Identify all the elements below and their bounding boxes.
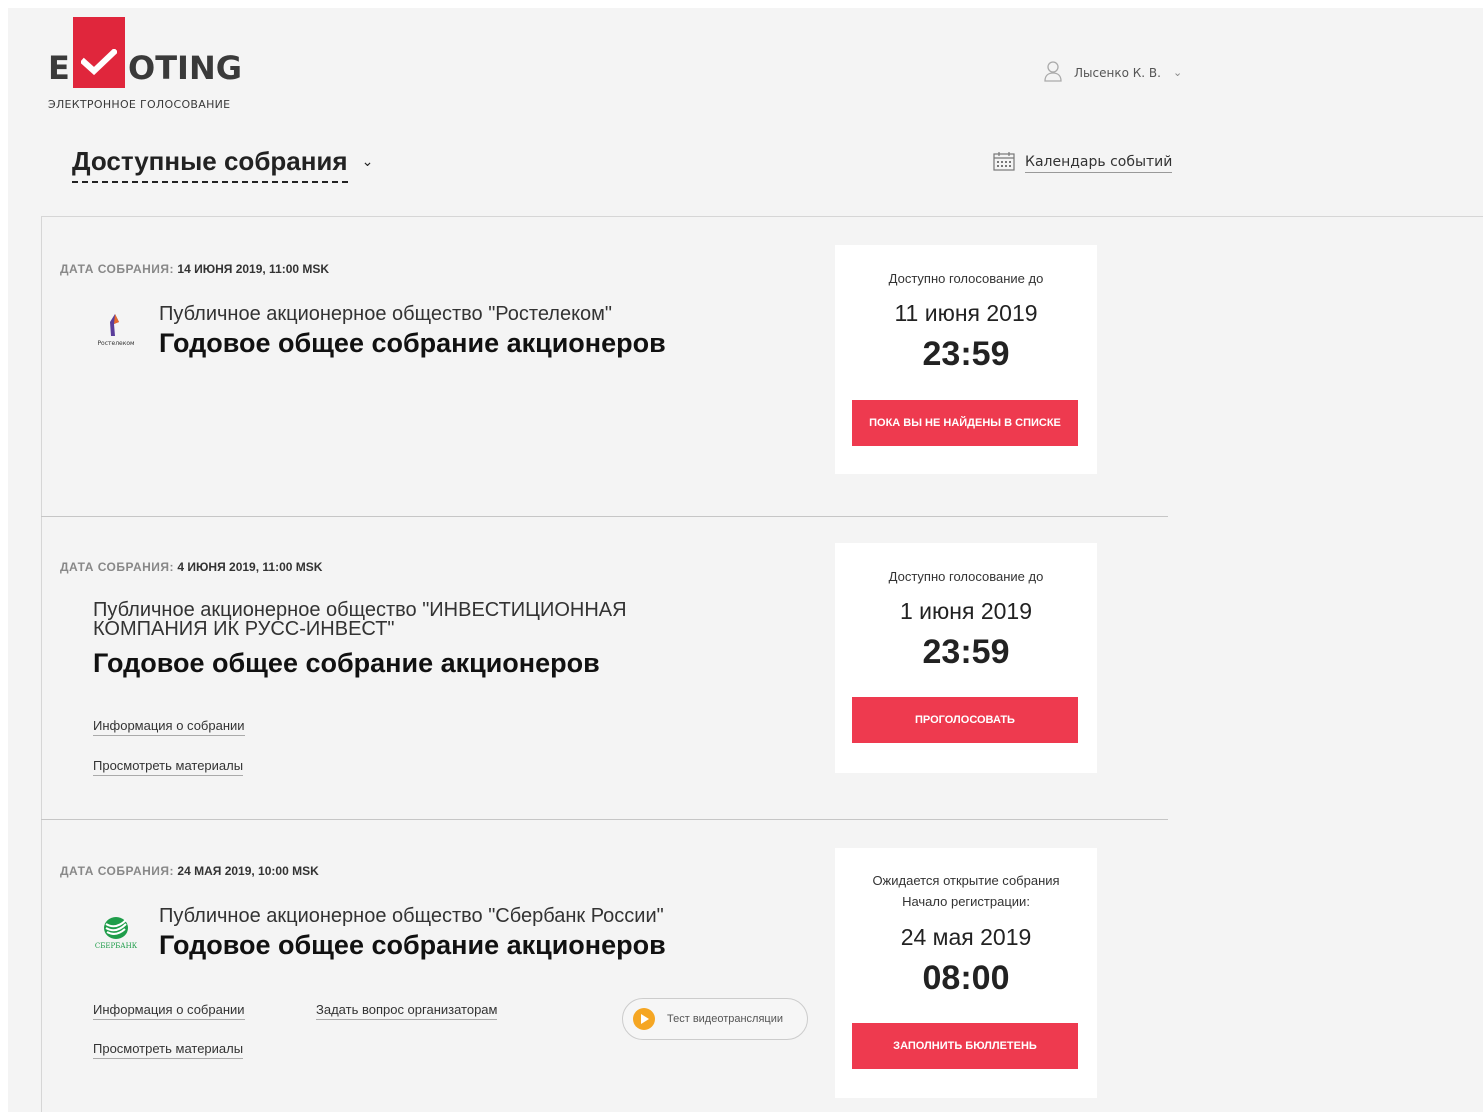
card-label: Доступно голосование до xyxy=(888,271,1044,286)
card-date: 11 июня 2019 xyxy=(894,300,1038,326)
meeting-info-link[interactable]: Информация о собрании xyxy=(93,999,245,1020)
card-time: 23:59 xyxy=(922,633,1010,671)
rostelecom-logo: Ростелеком xyxy=(94,312,138,347)
meeting-date-value: 4 ИЮНЯ 2019, 11:00 MSK xyxy=(177,560,323,574)
logo-letter-e: E xyxy=(48,49,70,87)
card-time: 08:00 xyxy=(922,959,1010,997)
card-time: 23:59 xyxy=(922,335,1010,373)
meeting-date-value: 14 ИЮНЯ 2019, 11:00 MSK xyxy=(177,262,330,276)
company-name: Публичное акционерное общество "Сбербанк… xyxy=(159,905,664,927)
company-name: Публичное акционерное общество "ИНВЕСТИЦ… xyxy=(93,599,627,640)
card-date: 24 мая 2019 xyxy=(900,924,1032,950)
meeting-date: ДАТА СОБРАНИЯ: 4 ИЮНЯ 2019, 11:00 MSK xyxy=(60,560,322,574)
page-title[interactable]: Доступные собрания xyxy=(72,146,348,183)
meeting-date-value: 24 МАЯ 2019, 10:00 MSK xyxy=(177,864,319,878)
materials-link[interactable]: Просмотреть материалы xyxy=(93,755,244,776)
divider xyxy=(41,216,1483,217)
logo-check-icon xyxy=(73,17,125,88)
voting-card: Ожидается открытие собрания Начало регис… xyxy=(835,848,1097,1098)
fill-ballot-button[interactable]: ЗАПОЛНИТЬ БЮЛЛЕТЕНЬ xyxy=(852,1023,1078,1069)
logo-subtitle: ЭЛЕКТРОННОЕ ГОЛОСОВАНИЕ xyxy=(48,98,231,111)
calendar-link[interactable]: Календарь событий xyxy=(993,151,1173,175)
meeting-date-label: ДАТА СОБРАНИЯ: xyxy=(60,262,175,276)
card-date: 1 июня 2019 xyxy=(900,598,1032,624)
meetings-filter[interactable]: Доступные собрания ⌄ xyxy=(72,146,373,183)
not-found-button[interactable]: ПОКА ВЫ НЕ НАЙДЕНЫ В СПИСКЕ xyxy=(852,400,1078,446)
user-menu[interactable]: Лысенко К. В. ⌄ xyxy=(1044,60,1182,85)
page: E OTING ЭЛЕКТРОННОЕ ГОЛОСОВАНИЕ Лысенко … xyxy=(8,8,1483,1112)
materials-link[interactable]: Просмотреть материалы xyxy=(93,1038,244,1059)
meeting-date-label: ДАТА СОБРАНИЯ: xyxy=(60,864,175,878)
meeting-title[interactable]: Годовое общее собрание акционеров xyxy=(93,648,600,679)
divider xyxy=(41,819,1168,820)
voting-card: Доступно голосование до 1 июня 2019 23:5… xyxy=(835,543,1097,773)
meeting-date: ДАТА СОБРАНИЯ: 24 МАЯ 2019, 10:00 MSK xyxy=(60,864,319,878)
chevron-down-icon: ⌄ xyxy=(1172,66,1183,79)
calendar-label: Календарь событий xyxy=(1025,154,1173,173)
vote-button[interactable]: ПРОГОЛОСОВАТЬ xyxy=(852,697,1078,743)
calendar-icon xyxy=(993,151,1015,175)
meeting-info-link[interactable]: Информация о собрании xyxy=(93,715,245,736)
meeting-title[interactable]: Годовое общее собрание акционеров xyxy=(159,930,666,961)
meeting-date: ДАТА СОБРАНИЯ: 14 ИЮНЯ 2019, 11:00 MSK xyxy=(60,262,329,276)
ask-organizers-link[interactable]: Задать вопрос организаторам xyxy=(316,999,498,1020)
divider xyxy=(41,216,42,1112)
voting-card: Доступно голосование до 11 июня 2019 23:… xyxy=(835,245,1097,474)
video-test-button[interactable]: Тест видеотрансляции xyxy=(622,998,808,1040)
card-label: Доступно голосование до xyxy=(888,569,1044,584)
logo-word: OTING xyxy=(128,49,242,87)
user-name: Лысенко К. В. xyxy=(1074,65,1161,80)
meeting-title[interactable]: Годовое общее собрание акционеров xyxy=(159,328,666,359)
company-name: Публичное акционерное общество "Ростелек… xyxy=(159,303,613,325)
sberbank-logo: СБЕРБАНК xyxy=(92,914,140,950)
play-icon xyxy=(633,1008,655,1030)
divider xyxy=(41,516,1168,517)
user-icon xyxy=(1044,60,1062,85)
card-label: Ожидается открытие собрания xyxy=(872,873,1060,888)
brand-logo[interactable]: E OTING ЭЛЕКТРОННОЕ ГОЛОСОВАНИЕ xyxy=(48,16,278,111)
video-test-label: Тест видеотрансляции xyxy=(667,1013,784,1025)
chevron-down-icon[interactable]: ⌄ xyxy=(362,154,374,170)
meeting-date-label: ДАТА СОБРАНИЯ: xyxy=(60,560,175,574)
card-label: Начало регистрации: xyxy=(902,894,1030,909)
